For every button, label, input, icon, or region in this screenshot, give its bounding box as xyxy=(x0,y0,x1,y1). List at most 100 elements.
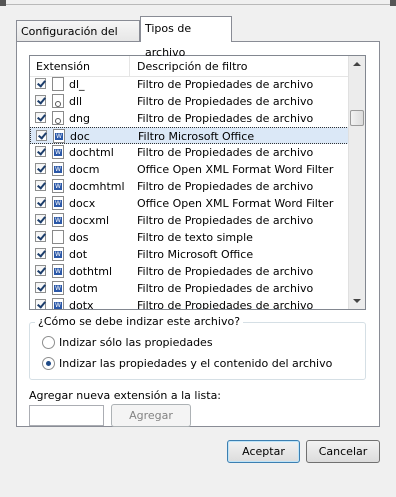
button-label: Aceptar xyxy=(242,445,285,458)
word-file-icon xyxy=(52,213,64,227)
column-header-extension[interactable]: Extensión xyxy=(36,60,90,73)
table-row[interactable]: doc Filtro Microsoft Office xyxy=(30,127,349,144)
ok-button[interactable]: Aceptar xyxy=(227,440,300,463)
window-corner-left xyxy=(0,0,6,6)
checkbox[interactable] xyxy=(35,265,46,276)
scroll-up-icon[interactable] xyxy=(353,62,361,66)
description-cell: Filtro Microsoft Office xyxy=(138,130,255,143)
extension-cell: dot xyxy=(69,248,88,261)
table-row[interactable]: docx Office Open XML Format Word Filter xyxy=(30,195,349,212)
radio-label-properties-only[interactable]: Indizar sólo las propiedades xyxy=(59,336,213,349)
button-label: Agregar xyxy=(129,409,173,422)
word-file-icon xyxy=(52,196,64,210)
table-row[interactable]: docxml Filtro de Propiedades de archivo xyxy=(30,212,349,229)
table-row[interactable]: dotm Filtro de Propiedades de archivo xyxy=(30,280,349,297)
gear-file-icon xyxy=(52,94,64,108)
list-rows: dl_ Filtro de Propiedades de archivo dll Fi… xyxy=(30,76,349,310)
description-cell: Filtro de Propiedades de archivo xyxy=(137,214,314,227)
tab-index-settings[interactable]: Configuración del índice xyxy=(16,20,140,60)
description-cell: Filtro Microsoft Office xyxy=(137,248,254,261)
image-file-icon xyxy=(52,111,64,125)
table-row[interactable]: dothtml Filtro de Propiedades de archivo xyxy=(30,263,349,280)
description-cell: Filtro de Propiedades de archivo xyxy=(137,282,314,295)
checkbox[interactable] xyxy=(35,146,46,157)
word-file-icon xyxy=(52,298,64,309)
checkbox[interactable] xyxy=(35,299,46,309)
extension-cell: dll xyxy=(69,95,83,108)
description-cell: Filtro de texto simple xyxy=(137,231,253,244)
extension-cell: dos xyxy=(69,231,89,244)
checkbox[interactable] xyxy=(35,282,46,293)
window-border xyxy=(6,0,390,5)
checkbox[interactable] xyxy=(35,248,46,259)
description-cell: Office Open XML Format Word Filter xyxy=(137,197,334,210)
description-cell: Filtro de Propiedades de archivo xyxy=(137,265,314,278)
extension-cell: docm xyxy=(69,163,100,176)
checkbox[interactable] xyxy=(35,214,46,225)
window-top-edge xyxy=(0,0,396,10)
description-cell: Filtro de Propiedades de archivo xyxy=(137,95,314,108)
checkbox[interactable] xyxy=(35,78,46,89)
new-extension-input[interactable] xyxy=(29,405,104,426)
file-type-list[interactable]: Extensión Descripción de filtro dl_ Filtr… xyxy=(29,55,366,310)
index-mode-group: ¿Cómo se debe indizar este archivo? Indi… xyxy=(29,315,366,380)
window-corner-right xyxy=(390,0,396,6)
radio-label-properties-and-content[interactable]: Indizar las propiedades y el contenido d… xyxy=(59,357,332,370)
checkbox[interactable] xyxy=(35,112,46,123)
word-file-icon xyxy=(52,162,64,176)
word-file-icon xyxy=(52,145,64,159)
description-cell: Filtro de Propiedades de archivo xyxy=(137,299,314,310)
table-row[interactable]: dos Filtro de texto simple xyxy=(30,229,349,246)
word-file-icon xyxy=(52,264,64,278)
table-row[interactable]: dotx Filtro de Propiedades de archivo xyxy=(30,297,349,310)
button-label: Cancelar xyxy=(318,445,368,458)
checkbox[interactable] xyxy=(35,95,46,106)
blank-file-icon xyxy=(52,230,64,244)
word-file-icon xyxy=(52,247,64,261)
vertical-scrollbar[interactable] xyxy=(348,56,365,309)
radio-index-properties-and-content[interactable] xyxy=(42,357,55,370)
extension-cell: dotx xyxy=(69,299,94,310)
checkbox[interactable] xyxy=(35,231,46,242)
add-extension-label: Agregar nueva extensión a la lista: xyxy=(29,389,222,402)
group-legend: ¿Cómo se debe indizar este archivo? xyxy=(35,315,244,328)
checkbox[interactable] xyxy=(35,197,46,208)
radio-index-properties-only[interactable] xyxy=(42,336,55,349)
description-cell: Filtro de Propiedades de archivo xyxy=(137,146,314,159)
extension-cell: dl_ xyxy=(69,78,85,91)
extension-cell: doc xyxy=(70,130,90,143)
extension-cell: docmhtml xyxy=(69,180,125,193)
column-separator[interactable] xyxy=(129,56,130,76)
description-cell: Filtro de Propiedades de archivo xyxy=(137,180,314,193)
checkbox[interactable] xyxy=(36,130,47,141)
description-cell: Filtro de Propiedades de archivo xyxy=(137,112,314,125)
table-row[interactable]: dll Filtro de Propiedades de archivo xyxy=(30,93,349,110)
word-file-icon xyxy=(52,179,64,193)
tab-label: Tipos de archivo xyxy=(145,22,192,59)
tab-file-types[interactable]: Tipos de archivo xyxy=(140,16,232,59)
table-row[interactable]: dot Filtro Microsoft Office xyxy=(30,246,349,263)
extension-cell: docx xyxy=(69,197,96,210)
extension-cell: docxml xyxy=(69,214,110,227)
extension-cell: dotm xyxy=(69,282,98,295)
list-header: Extensión Descripción de filtro xyxy=(30,56,349,77)
table-row[interactable]: dl_ Filtro de Propiedades de archivo xyxy=(30,76,349,93)
word-file-icon xyxy=(53,129,65,143)
blank-file-icon xyxy=(52,77,64,91)
description-cell: Filtro de Propiedades de archivo xyxy=(137,78,314,91)
checkbox[interactable] xyxy=(35,180,46,191)
add-extension-button[interactable]: Agregar xyxy=(111,404,191,427)
scroll-thumb[interactable] xyxy=(350,110,364,126)
extension-cell: dothtml xyxy=(69,265,113,278)
table-row[interactable]: docmhtml Filtro de Propiedades de archivo xyxy=(30,178,349,195)
table-row[interactable]: dng Filtro de Propiedades de archivo xyxy=(30,110,349,127)
checkbox[interactable] xyxy=(35,163,46,174)
cancel-button[interactable]: Cancelar xyxy=(306,440,380,463)
table-row[interactable]: docm Office Open XML Format Word Filter xyxy=(30,161,349,178)
extension-cell: dng xyxy=(69,112,90,125)
scroll-down-icon[interactable] xyxy=(353,299,361,303)
description-cell: Office Open XML Format Word Filter xyxy=(137,163,334,176)
table-row[interactable]: dochtml Filtro de Propiedades de archivo xyxy=(30,144,349,161)
word-file-icon xyxy=(52,281,64,295)
extension-cell: dochtml xyxy=(69,146,114,159)
